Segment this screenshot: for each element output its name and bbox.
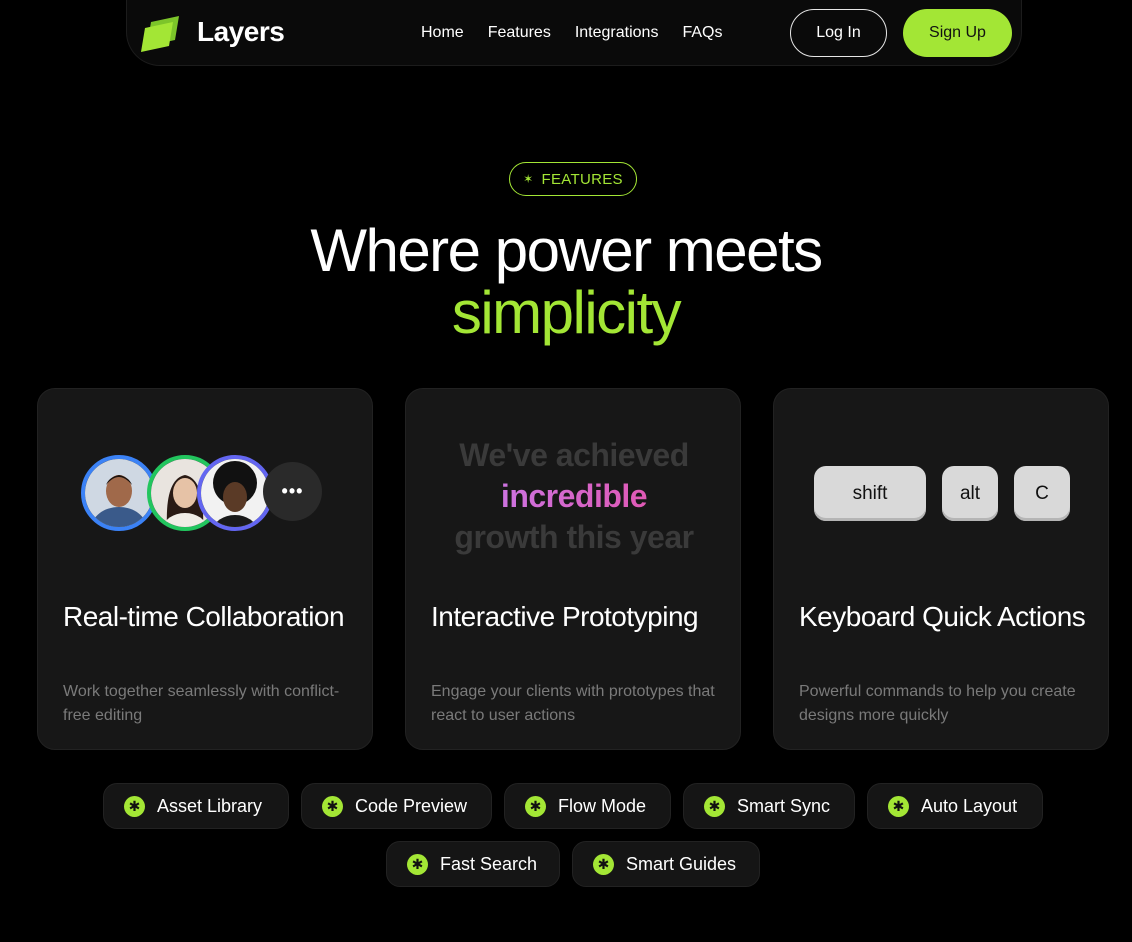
nav-links: Home Features Integrations FAQs: [421, 24, 722, 42]
page-headline: Where power meets simplicity: [0, 220, 1132, 344]
feature-card-collaboration: ••• Real-time Collaboration Work togethe…: [37, 388, 373, 750]
alt-key: alt: [942, 466, 998, 521]
chip-label: Code Preview: [355, 795, 468, 816]
page: Layers Home Features Integrations FAQs L…: [0, 0, 1132, 942]
nav-link-home[interactable]: Home: [421, 24, 464, 42]
chip-label: Asset Library: [157, 795, 263, 816]
chip-label: Flow Mode: [558, 795, 647, 816]
chip-auto-layout[interactable]: ✱ Auto Layout: [867, 783, 1043, 829]
feature-card-keyboard: shift alt C Keyboard Quick Actions Power…: [773, 388, 1109, 750]
c-key: C: [1014, 466, 1070, 521]
card-description: Engage your clients with prototypes that…: [431, 683, 715, 724]
shift-key: shift: [814, 466, 926, 521]
chip-label: Auto Layout: [921, 795, 1018, 816]
preview-line-bottom: growth this year: [454, 519, 694, 555]
preview-line-top: We've achieved: [459, 437, 689, 473]
preview-line-highlight: incredible: [406, 476, 742, 517]
chip-label: Fast Search: [440, 853, 538, 874]
star-icon: ✱: [322, 795, 343, 817]
star-icon: ✱: [888, 795, 909, 817]
chip-smart-sync[interactable]: ✱ Smart Sync: [683, 783, 855, 829]
nav-link-features[interactable]: Features: [488, 24, 551, 42]
star-icon: ✱: [525, 795, 546, 817]
chip-code-preview[interactable]: ✱ Code Preview: [301, 783, 492, 829]
card-description: Powerful commands to help you create des…: [799, 683, 1076, 724]
chip-asset-library[interactable]: ✱ Asset Library: [103, 783, 289, 829]
chip-label: Smart Guides: [626, 853, 737, 874]
card-title: Interactive Prototyping: [431, 601, 699, 632]
chip-smart-guides[interactable]: ✱ Smart Guides: [572, 841, 760, 887]
avatar: [81, 455, 157, 531]
features-badge-label: FEATURES: [541, 170, 623, 188]
login-button[interactable]: Log In: [790, 9, 887, 57]
star-icon: ✶: [523, 172, 534, 186]
features-badge: ✶ FEATURES: [509, 162, 637, 196]
headline-accent: simplicity: [451, 279, 682, 346]
more-collaborators-button[interactable]: •••: [263, 462, 322, 521]
star-icon: ✱: [124, 795, 145, 817]
nav-link-integrations[interactable]: Integrations: [575, 24, 659, 42]
nav-link-faqs[interactable]: FAQs: [682, 24, 722, 42]
navbar: Layers Home Features Integrations FAQs L…: [126, 0, 1022, 66]
feature-card-prototyping: We've achieved incredible growth this ye…: [405, 388, 741, 750]
star-icon: ✱: [593, 853, 614, 875]
chip-flow-mode[interactable]: ✱ Flow Mode: [504, 783, 671, 829]
avatar: [197, 455, 273, 531]
headline-line: Where power meets: [310, 217, 823, 284]
layers-logo-icon: [141, 12, 187, 52]
card-description: Work together seamlessly with conflict-f…: [63, 683, 340, 724]
brand-name: Layers: [197, 16, 285, 47]
signup-button[interactable]: Sign Up: [903, 9, 1012, 57]
chip-fast-search[interactable]: ✱ Fast Search: [386, 841, 560, 887]
card-title: Real-time Collaboration: [63, 601, 345, 632]
logo[interactable]: Layers: [141, 12, 285, 52]
star-icon: ✱: [407, 853, 428, 875]
chip-label: Smart Sync: [737, 795, 831, 816]
star-icon: ✱: [704, 795, 725, 817]
prototype-preview-text: We've achieved incredible growth this ye…: [406, 435, 742, 558]
card-title: Keyboard Quick Actions: [799, 601, 1086, 632]
